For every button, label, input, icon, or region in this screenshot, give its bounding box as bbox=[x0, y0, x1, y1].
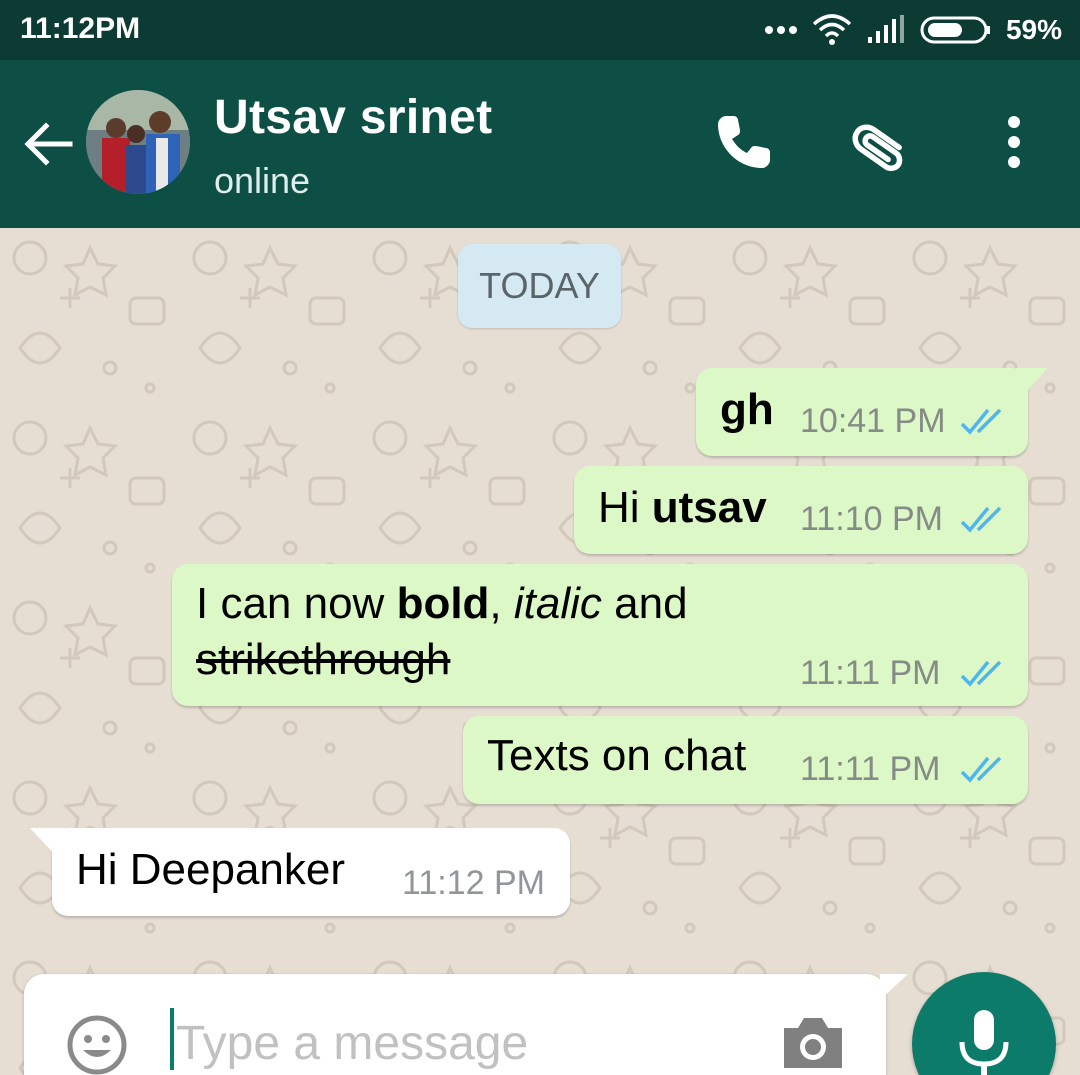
status-icons: 59% bbox=[764, 10, 1062, 50]
text-cursor bbox=[170, 1008, 174, 1070]
message-plain-text: Hi bbox=[598, 483, 652, 532]
mic-icon bbox=[959, 1010, 1009, 1075]
message-strike-text: strikethrough bbox=[196, 635, 451, 684]
chat-area[interactable]: TODAY gh 10:41 PM Hi utsav 11:10 PM I ca… bbox=[0, 228, 1080, 1075]
message-time: 11:11 PM bbox=[800, 750, 941, 788]
double-tick-icon bbox=[960, 660, 1002, 687]
message-bubble-outgoing[interactable]: Hi utsav 11:10 PM bbox=[574, 466, 1028, 554]
message-time: 11:10 PM bbox=[800, 500, 944, 538]
message-time: 10:41 PM bbox=[800, 402, 946, 440]
battery-percent: 59% bbox=[1005, 14, 1062, 45]
camera-icon[interactable] bbox=[780, 1014, 846, 1072]
message-plain-text: and bbox=[601, 579, 688, 628]
avatar-photo bbox=[86, 90, 190, 194]
status-time: 11:12PM bbox=[20, 12, 141, 45]
date-chip: TODAY bbox=[458, 244, 621, 328]
phone-icon[interactable] bbox=[712, 110, 776, 174]
message-text: I can now bold, italic and bbox=[196, 576, 688, 632]
double-tick-icon bbox=[960, 506, 1002, 533]
bubble-tail bbox=[30, 828, 64, 856]
more-vert-icon[interactable] bbox=[982, 110, 1046, 174]
message-text: Hi Deepanker bbox=[76, 845, 346, 894]
message-time: 11:11 PM bbox=[800, 654, 941, 692]
back-arrow-icon[interactable] bbox=[22, 118, 74, 170]
wifi-icon bbox=[812, 14, 852, 45]
message-bubble-outgoing[interactable]: gh 10:41 PM bbox=[696, 368, 1048, 456]
more-dots-icon bbox=[764, 26, 797, 34]
battery-icon bbox=[920, 16, 990, 44]
status-bar: 11:12PM 59% bbox=[0, 0, 1080, 60]
message-plain-text: , bbox=[489, 579, 514, 628]
contact-name[interactable]: Utsav srinet bbox=[214, 90, 492, 145]
emoji-icon[interactable] bbox=[66, 1014, 128, 1075]
message-text: Texts on chat bbox=[487, 731, 747, 780]
message-text: Hi utsav bbox=[598, 480, 767, 536]
message-italic-text: italic bbox=[513, 579, 602, 628]
message-text: gh bbox=[720, 382, 774, 438]
message-plain-text: I can now bbox=[196, 579, 397, 628]
signal-icon bbox=[867, 15, 904, 43]
contact-status: online bbox=[214, 160, 311, 201]
bubble-tail bbox=[1016, 368, 1048, 394]
avatar[interactable] bbox=[86, 90, 190, 194]
message-bold-text: gh bbox=[720, 385, 774, 434]
message-time: 11:12 PM bbox=[402, 864, 546, 902]
message-bold-text: bold bbox=[396, 579, 490, 628]
double-tick-icon bbox=[960, 408, 1002, 435]
message-bold-text: utsav bbox=[651, 483, 767, 532]
composer-tail bbox=[880, 974, 908, 1000]
message-bubble-incoming[interactable]: Hi Deepanker 11:12 PM bbox=[30, 828, 570, 916]
message-bubble-outgoing[interactable]: Texts on chat 11:11 PM bbox=[463, 716, 1028, 804]
chat-header: Utsav srinet online bbox=[0, 60, 1080, 228]
message-bubble-outgoing[interactable]: I can now bold, italic and strikethrough… bbox=[172, 564, 1028, 706]
attachment-icon[interactable] bbox=[852, 110, 916, 174]
message-input[interactable] bbox=[176, 1008, 736, 1075]
message-composer bbox=[24, 974, 886, 1075]
double-tick-icon bbox=[960, 756, 1002, 783]
